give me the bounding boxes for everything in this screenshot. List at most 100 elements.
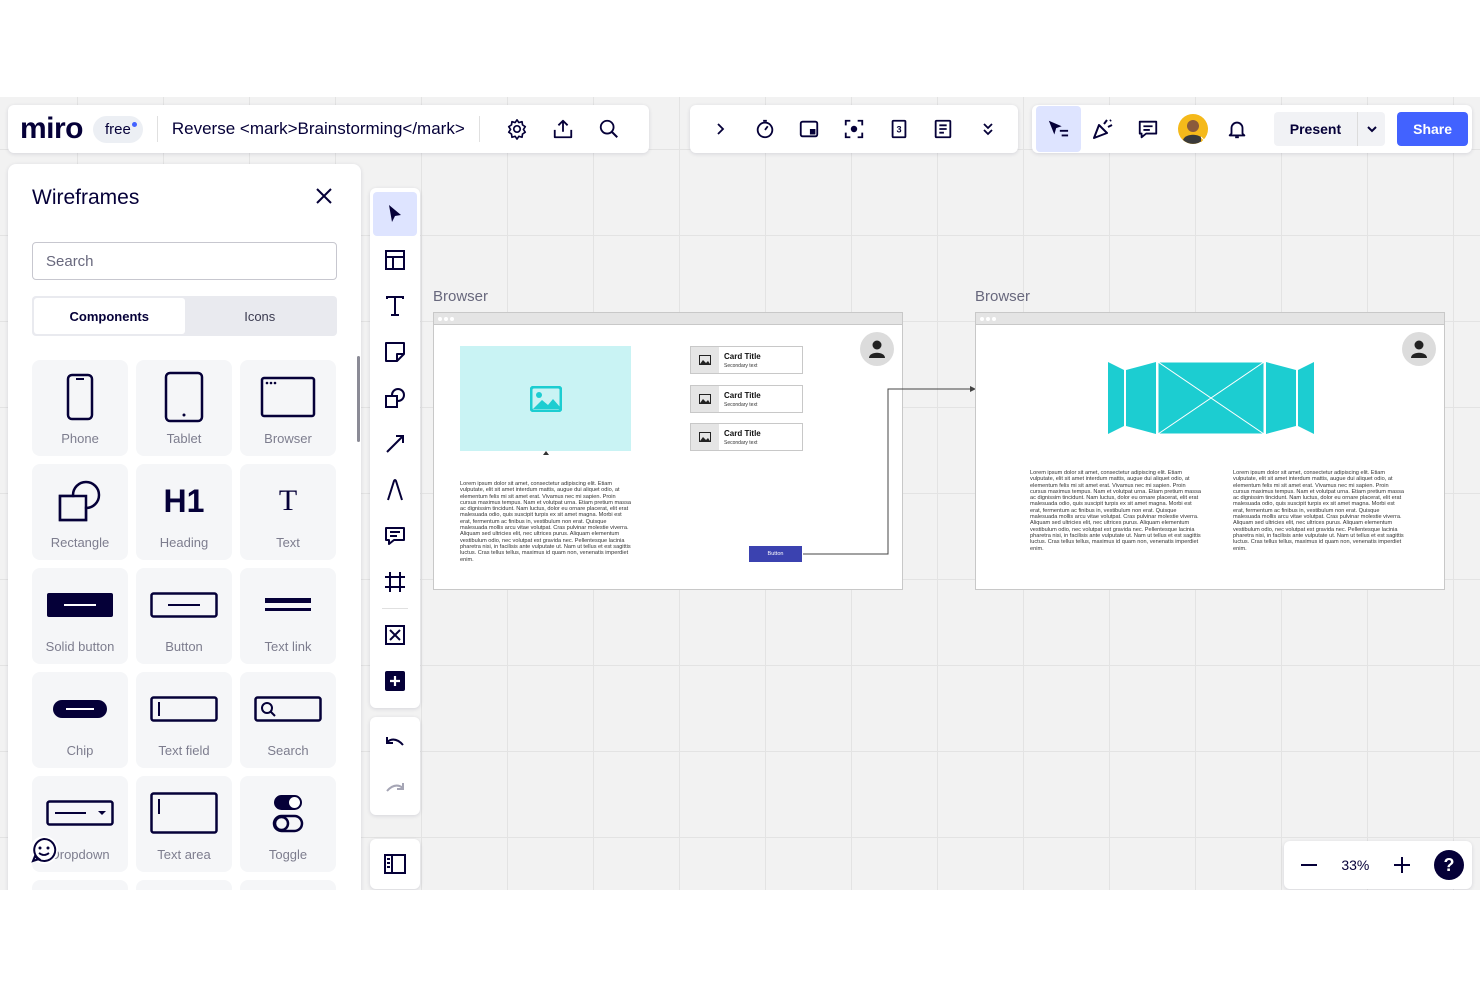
pen-icon[interactable] [373, 468, 417, 512]
component-tablet[interactable]: Tablet [136, 360, 232, 456]
button-icon [150, 592, 218, 618]
comment-icon[interactable] [373, 514, 417, 558]
component-search[interactable]: Search [240, 672, 336, 768]
focus-icon[interactable] [832, 106, 877, 152]
shapes-icon[interactable] [373, 376, 417, 420]
text-area-icon [150, 792, 218, 834]
plan-badge[interactable]: free [93, 115, 143, 143]
settings-icon[interactable] [494, 106, 540, 152]
history-toolbar [370, 717, 420, 815]
redo-icon[interactable] [373, 767, 417, 811]
upload-icon[interactable] [540, 106, 586, 152]
tile-label: Tablet [166, 431, 202, 446]
chevron-right-icon[interactable] [698, 106, 743, 152]
tile-label: Dropdown [50, 847, 110, 862]
notes-icon[interactable] [921, 106, 966, 152]
browser-bar [434, 313, 902, 325]
card[interactable]: Card Title Secondary text [690, 385, 803, 413]
present-button[interactable]: Present [1273, 112, 1386, 146]
add-more-icon[interactable] [373, 659, 417, 703]
wire-button[interactable]: Button [749, 546, 802, 562]
tile-label: Text field [158, 743, 210, 758]
component-chip[interactable]: Chip [32, 672, 128, 768]
board-title[interactable]: Reverse <mark>Brainstorming</mark> [172, 119, 465, 139]
panel-scrollbar[interactable] [357, 356, 360, 442]
component-text-field[interactable]: Text field [136, 672, 232, 768]
component-button[interactable]: Button [136, 568, 232, 664]
miro-logo[interactable]: miro [20, 112, 84, 146]
tile-label: Text [276, 535, 300, 550]
component-browser[interactable]: Browser [240, 360, 336, 456]
component-text-area[interactable]: Text area [136, 776, 232, 872]
component-phone[interactable]: Phone [32, 360, 128, 456]
dropdown-icon [46, 800, 114, 826]
panel-toggle-icon[interactable] [370, 839, 420, 889]
card-count-icon[interactable]: 3 [876, 106, 921, 152]
lorem-text: Lorem ipsum dolor sit amet, consectetur … [1030, 470, 1201, 550]
search-input[interactable] [32, 242, 337, 280]
user-avatar[interactable] [1170, 106, 1215, 152]
tab-icons[interactable]: Icons [185, 298, 336, 334]
card-image-icon [691, 347, 719, 373]
panel-tabs: Components Icons [32, 296, 337, 336]
chip-icon [52, 699, 108, 719]
select-tool-icon[interactable] [373, 192, 417, 236]
tile-label: Rectangle [50, 535, 110, 550]
zoom-out-icon[interactable] [1292, 848, 1326, 882]
toggle-icon [272, 793, 304, 833]
component-more[interactable] [32, 880, 128, 890]
timer-icon[interactable] [743, 106, 788, 152]
panel-title: Wireframes [32, 186, 140, 209]
sticky-add-icon[interactable] [787, 106, 832, 152]
component-rectangle[interactable]: Rectangle [32, 464, 128, 560]
share-button[interactable]: Share [1397, 112, 1469, 146]
rectangle-icon [57, 478, 103, 524]
search-icon[interactable] [586, 106, 632, 152]
help-icon[interactable]: ? [1433, 850, 1464, 880]
frame-icon[interactable] [373, 560, 417, 604]
tile-label: Button [165, 639, 203, 654]
feedback-icon[interactable] [30, 836, 58, 864]
sticky-note-icon[interactable] [373, 330, 417, 374]
image-marker [543, 451, 549, 455]
component-text[interactable]: T Text [240, 464, 336, 560]
component-toggle[interactable]: Toggle [240, 776, 336, 872]
component-more[interactable] [240, 880, 336, 890]
component-more[interactable] [136, 880, 232, 890]
divider [478, 116, 480, 142]
zoom-level[interactable]: 33% [1341, 857, 1369, 873]
comments-icon[interactable] [1126, 106, 1171, 152]
plan-label: free [105, 120, 131, 138]
frame-label[interactable]: Browser [433, 288, 488, 305]
chevron-down-icon[interactable] [1357, 112, 1385, 146]
tile-label: Heading [159, 535, 209, 550]
browser-frame[interactable]: Card Title Secondary text Card Title Secon… [433, 312, 903, 590]
text-tool-icon[interactable] [373, 284, 417, 328]
close-icon[interactable] [308, 180, 340, 212]
bell-icon[interactable] [1215, 106, 1260, 152]
frame-label[interactable]: Browser [975, 288, 1030, 305]
creation-toolbar [370, 188, 420, 708]
component-solid-button[interactable]: Solid button [32, 568, 128, 664]
connector-icon[interactable] [373, 422, 417, 466]
card[interactable]: Card Title Secondary text [690, 423, 803, 451]
undo-icon[interactable] [373, 721, 417, 765]
card[interactable]: Card Title Secondary text [690, 346, 803, 374]
phone-icon [66, 373, 94, 421]
component-heading[interactable]: H1 Heading [136, 464, 232, 560]
card-subtitle: Secondary text [724, 363, 758, 369]
wireframes-panel: Wireframes Components Icons Phone Tablet… [8, 164, 361, 890]
chevron-double-down-icon[interactable] [965, 106, 1010, 152]
tab-components[interactable]: Components [34, 298, 185, 334]
card-title: Card Title [724, 352, 761, 361]
zoom-controls: 33% ? [1284, 841, 1472, 889]
wireframe-icon[interactable] [373, 613, 417, 657]
celebrate-icon[interactable] [1081, 106, 1126, 152]
browser-frame[interactable]: Lorem ipsum dolor sit amet, consectetur … [975, 312, 1445, 590]
templates-icon[interactable] [373, 238, 417, 282]
zoom-in-icon[interactable] [1385, 848, 1419, 882]
tile-label: Search [267, 743, 309, 758]
cursor-mode-icon[interactable] [1036, 106, 1081, 152]
component-text-link[interactable]: Text link [240, 568, 336, 664]
board-header: miro free Reverse <mark>Brainstorming</m… [8, 105, 649, 153]
